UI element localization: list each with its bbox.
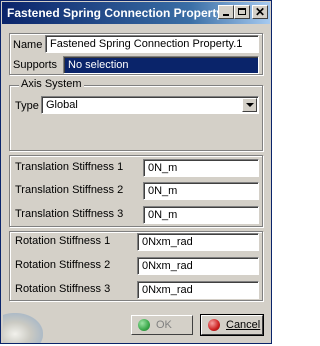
- translation-stiffness-1-field[interactable]: 0N_m: [143, 159, 259, 177]
- name-label: Name: [13, 39, 43, 51]
- cancel-button-label: Cancel: [226, 319, 261, 331]
- minimize-icon: [223, 14, 229, 16]
- translation-stiffness-2-field[interactable]: 0N_m: [143, 182, 259, 200]
- rotation-stiffness-3-field[interactable]: 0Nxm_rad: [137, 281, 259, 299]
- close-icon: ✕: [254, 5, 266, 19]
- rotation-stiffness-2-field[interactable]: 0Nxm_rad: [137, 257, 259, 275]
- type-label: Type: [15, 100, 39, 112]
- rotation-stiffness-1-field[interactable]: 0Nxm_rad: [137, 233, 259, 251]
- dialog-window: Fastened Spring Connection Property ✕ Na…: [0, 0, 272, 344]
- rotation-stiffness-1-label: Rotation Stiffness 1: [15, 235, 111, 247]
- catia-logo-graphic: [3, 313, 43, 343]
- rotation-stiffness-2-label: Rotation Stiffness 2: [15, 259, 111, 271]
- cancel-button[interactable]: Cancel: [200, 314, 264, 336]
- type-dropdown-button[interactable]: [242, 98, 257, 112]
- ok-button-label: OK: [156, 319, 172, 331]
- ok-button[interactable]: OK: [131, 315, 193, 335]
- axis-system-group-title: Axis System: [19, 78, 84, 90]
- translation-stiffness-3-field[interactable]: 0N_m: [143, 206, 259, 224]
- rotation-stiffness-3-label: Rotation Stiffness 3: [15, 283, 111, 295]
- translation-stiffness-1-label: Translation Stiffness 1: [15, 161, 124, 173]
- maximize-button[interactable]: [234, 5, 250, 19]
- close-button[interactable]: ✕: [252, 5, 268, 19]
- cancel-icon: [208, 319, 220, 331]
- supports-field[interactable]: No selection: [63, 56, 259, 74]
- translation-stiffness-2-label: Translation Stiffness 2: [15, 184, 124, 196]
- chevron-down-icon: [246, 103, 254, 107]
- supports-label: Supports: [13, 59, 58, 71]
- minimize-button[interactable]: [218, 5, 234, 19]
- axis-system-group: [9, 85, 263, 151]
- window-title: Fastened Spring Connection Property: [7, 6, 224, 20]
- type-combobox-value: Global: [46, 99, 78, 111]
- title-bar[interactable]: Fastened Spring Connection Property ✕: [2, 2, 270, 24]
- type-combobox[interactable]: Global: [41, 96, 259, 114]
- name-field[interactable]: Fastened Spring Connection Property.1: [45, 35, 259, 53]
- translation-stiffness-3-label: Translation Stiffness 3: [15, 208, 124, 220]
- maximize-icon: [238, 8, 246, 15]
- ok-check-icon: [138, 319, 150, 331]
